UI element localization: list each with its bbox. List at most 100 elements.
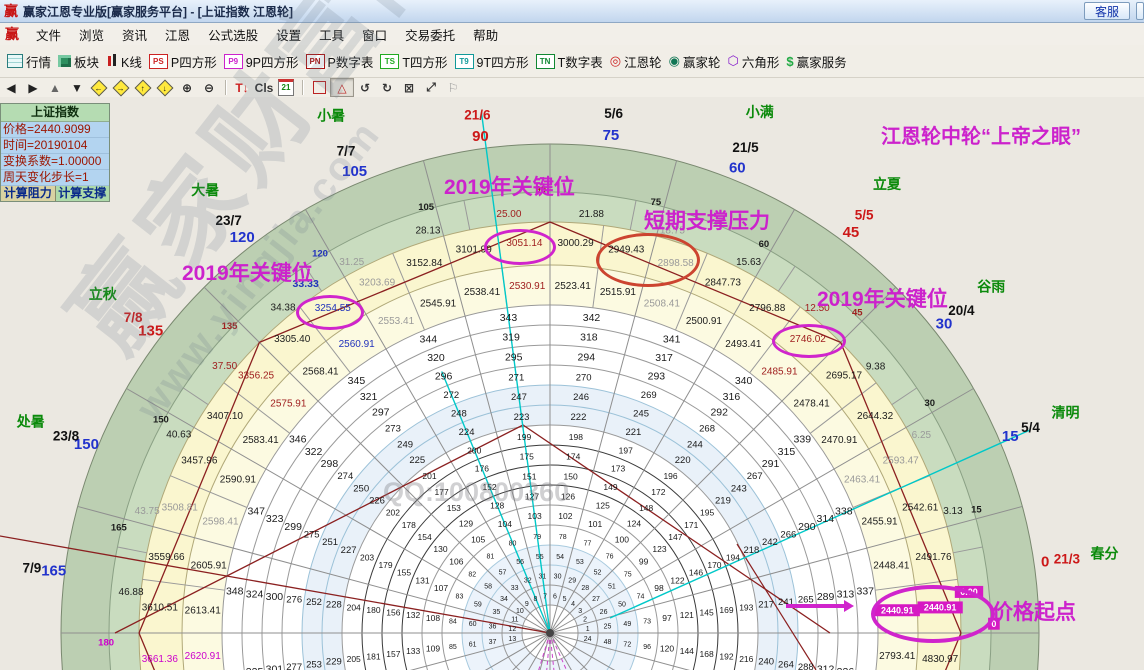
menu-item-2[interactable]: 资讯 [113,23,156,46]
wheel-label: 132 [406,610,420,620]
cls-icon[interactable]: Cls [253,79,275,96]
nav-right-icon[interactable]: ▶ [22,79,44,96]
wheel-label: 324 [246,588,264,600]
wheel-label: 3356.25 [238,370,275,381]
wheel-label: 290 [798,521,816,533]
toolbar-item-P数字表[interactable]: PN P数字表 [305,52,373,71]
wheel-label: 3203.69 [359,278,396,289]
wheel-label: 321 [360,391,378,403]
pan-right-icon[interactable]: → [110,79,132,96]
wheel-label: 252 [306,597,322,608]
wheel-label: 319 [502,332,520,344]
wheel-label: 4830.97 [922,654,959,665]
time-axis-icon[interactable]: T↓ [231,79,253,96]
toolbar-item-9P四方形[interactable]: P9 9P四方形 [223,52,299,71]
wheel-label: 51 [608,584,616,591]
menu-item-7[interactable]: 窗口 [353,23,396,46]
wheel-label: 27 [592,596,600,603]
toolbar-label: T四方形 [402,55,448,70]
wheel-label: 339 [794,434,812,446]
menu-item-1[interactable]: 浏览 [70,23,113,46]
wheel-label: 348 [226,586,244,598]
toolbar-item-P四方形[interactable]: PS P四方形 [148,52,217,71]
赢家服务-icon: $ [786,53,794,69]
toolbar-item-六角形[interactable]: ⬡ 六角形 [727,52,779,71]
wheel-label: 0 [991,619,996,629]
partial-button[interactable] [1136,2,1144,20]
nav-down-icon[interactable]: ▼ [66,79,88,96]
pan-left-icon[interactable]: ← [88,79,110,96]
zoom-in-icon[interactable]: ⊕ [176,79,198,96]
pan-down-icon[interactable]: ↓ [154,79,176,96]
wheel-label: 146 [689,568,703,578]
toolbar-item-K线[interactable]: K线 [106,52,142,71]
wheel-label: 9.38 [866,361,886,372]
wheel-label: 5/4 [1021,420,1040,435]
wheel-label: 30 [924,398,935,409]
nav-left-icon[interactable]: ◀ [0,79,22,96]
wheel-label: 2478.41 [794,399,831,410]
calc-resistance-button[interactable]: 计算阻力 [1,186,56,201]
calc-support-button[interactable]: 计算支撑 [55,186,109,201]
triangle-overlay-icon[interactable]: △ [330,78,354,97]
wheel-label: 2523.41 [555,281,592,292]
menu-bar: 赢 文件 浏览 资讯 江恩 公式选股 设置 工具 窗口 交易委托 帮助 [0,23,1144,46]
wheel-label: 248 [451,408,467,419]
drawing-toolbar: ◀ ▶ ▲ ▼ ← → ↑ ↓ ⊕ ⊖ T↓ Cls 21 △ ↺ ↻ ⊠ ⤢ ⚐ [0,78,1144,98]
wheel-label: 15 [971,504,982,515]
menu-item-3[interactable]: 江恩 [156,23,199,46]
box-x-icon[interactable]: ⊠ [398,79,420,96]
toolbar-item-赢家轮[interactable]: ◉ 赢家轮 [669,52,721,71]
rotate-ccw-icon[interactable]: ↺ [354,79,376,96]
wheel-label: 312 [817,663,835,670]
menu-item-0[interactable]: 文件 [27,23,70,46]
wheel-label: 2500.91 [686,316,723,327]
menu-item-8[interactable]: 交易委托 [396,23,464,46]
rotate-cw-icon[interactable]: ↻ [376,79,398,96]
toolbar-item-T四方形[interactable]: TS T四方形 [380,52,448,71]
wheel-label: 33.33 [293,278,319,290]
customer-service-button[interactable]: 客服 [1083,2,1130,20]
menu-item-6[interactable]: 工具 [310,23,353,46]
toolbar-item-行情[interactable]: 行情 [7,52,51,71]
wheel-label: 3152.84 [406,258,443,269]
wheel-label: 5/6 [604,106,623,121]
toolbar-separator [225,80,226,95]
pan-up-icon[interactable]: ↑ [132,79,154,96]
flag-icon[interactable]: ⚐ [442,79,464,96]
wheel-label: 25.00 [496,209,521,220]
wheel-label: 217 [758,600,774,611]
nav-up-icon[interactable]: ▲ [44,79,66,96]
menu-item-4[interactable]: 公式选股 [199,23,267,46]
wheel-label: 124 [627,519,641,529]
wheel-label: 春分 [1090,545,1119,561]
wheel-label: 337 [857,586,875,598]
toolbar-item-T数字表[interactable]: TN T数字表 [535,52,603,71]
toolbar-item-江恩轮[interactable]: ◎ 江恩轮 [610,52,662,71]
wheel-label: 105 [342,163,367,180]
toolbar-item-板块[interactable]: 板块 [58,52,99,71]
wheel-label: 135 [222,321,239,332]
wheel-label: 223 [514,412,530,423]
toolbar-item-赢家服务[interactable]: $ 赢家服务 [786,52,846,71]
square-overlay-icon[interactable] [308,79,330,96]
wheel-label: 150 [153,414,169,425]
menu-item-5[interactable]: 设置 [267,23,310,46]
wheel-label: 6.25 [912,430,932,441]
expand-icon[interactable]: ⤢ [420,79,442,96]
zoom-out-icon[interactable]: ⊖ [198,79,220,96]
wheel-label: 24 [584,636,592,643]
wheel-label: 72 [623,641,631,648]
menu-item-9[interactable]: 帮助 [464,23,507,46]
calendar-icon[interactable]: 21 [275,79,297,96]
wheel-label: 7/8 [124,310,143,325]
wheel-label: 199 [517,432,531,442]
wheel-label: 3254.55 [315,303,352,314]
wheel-label: 33 [511,585,519,592]
app-logo-icon: 赢 [4,3,18,19]
wheel-label: 244 [687,439,703,450]
wheel-label: 2898.58 [658,258,695,269]
toolbar-item-9T四方形[interactable]: T9 9T四方形 [454,52,529,71]
wheel-label: 2491.76 [915,552,952,563]
wheel-label: 立夏 [873,176,902,192]
